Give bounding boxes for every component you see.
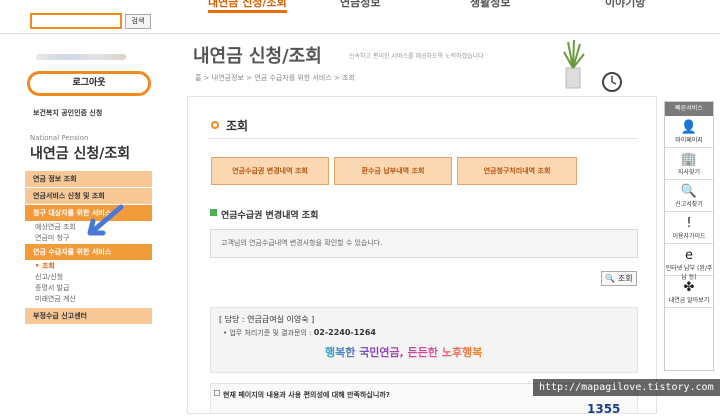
gnb-item-life[interactable]: 생활정보 [470,0,510,10]
quick-service-menu: 빠른서비스 👤 마이페이지 🏢 지사찾기 🔍 신고서찾기 ! 이용자가이드 e 인터넷 납… [664,101,714,371]
quick-header: 빠른서비스 [665,102,713,116]
contact-box: [ 담당 : 연금급여실 이영숙 ] • 업무 처리기준 및 결과문의 : 02… [210,307,638,373]
page-description: 신속하고 편리한 서비스를 제공하도록 노력하겠습니다 [349,53,484,60]
page-title: 내연금 신청/조회 [193,46,322,67]
clover-icon: ✤ [683,280,695,295]
top-bar: 검색 내연금 신청/조회 연금정보 생활정보 이야기방 [0,0,720,34]
logout-button[interactable]: 로그아웃 [27,71,151,96]
gnb-item-info[interactable]: 연금정보 [340,0,380,10]
annotation-arrow-icon [87,204,124,236]
quick-item-guide[interactable]: ! 이용자가이드 [665,212,713,244]
quick-item-branch[interactable]: 🏢 지사찾기 [665,148,713,180]
slogan: 행복한 국민연금, 든든한 노후행복 [325,346,483,359]
building-icon: 🏢 [680,152,698,167]
menu-sub-future-pension[interactable]: 미래연금 계산 [25,294,152,305]
contact-line: • 업무 처리기준 및 결과문의 : 02-2240-1264 [223,328,376,337]
view-button[interactable]: 🔍 조회 [601,271,637,286]
exclamation-icon: ! [686,216,692,231]
contact-person: [ 담당 : 연금급여실 이영숙 ] [219,315,315,324]
section-title: 조회 [226,119,249,133]
menu-sub-report[interactable]: 신고/신청 [25,272,152,283]
cert-apply-link[interactable]: 보건복지 공인인증 신청 [33,108,102,118]
quick-item-payment[interactable]: e 인터넷 납부 (완/주납 등) [665,244,713,281]
menu-sub-inquiry[interactable]: • 조회 [25,261,152,272]
subtitle-bullet-icon [210,209,217,216]
quick-item-forms[interactable]: 🔍 신고서찾기 [665,180,713,212]
watermark: http://mapagilove.tistory.com [533,379,720,396]
survey-question: 현재 페이지의 내용과 사용 편의성에 대해 만족하십니까? [223,391,390,399]
menu-recipient-service[interactable]: 연금 수급자를 위한 서비스 [25,244,152,261]
user-name-blurred [36,54,126,60]
sub-title: 연금수급권 변경내역 조회 [221,211,319,221]
menu-fraud-report[interactable]: 부정수급 신고센터 [25,308,152,325]
tab-refund-payment[interactable]: 환수금 납부내역 조회 [334,157,452,185]
tab-entitlement-change[interactable]: 연금수급권 변경내역 조회 [211,157,329,185]
info-box: 고객님의 연금수급내역 변경사항을 확인할 수 있습니다. [210,229,638,258]
gnb-item-story[interactable]: 이야기방 [605,0,645,10]
e-icon: e [685,248,693,263]
global-nav: 내연금 신청/조회 연금정보 생활정보 이야기방 [200,0,680,13]
quick-item-mypage[interactable]: 👤 마이페이지 [665,116,713,148]
section-bullet-icon [211,121,219,129]
tab-claim-processing[interactable]: 연금청구처리내역 조회 [457,157,577,185]
np-label: National Pension [30,134,89,142]
divider [208,138,638,139]
survey-checkbox[interactable] [214,390,220,396]
contact-phone: 02-2240-1264 [313,328,376,337]
side-menu: 연금 정보 조회 연금서비스 신청 및 조회 청구 대상자를 위한 서비스 예상… [25,171,152,325]
quick-item-mypension[interactable]: ✤ 내연금 알아보기 [665,276,713,308]
magnifier-doc-icon: 🔍 [680,184,698,199]
person-icon: 👤 [680,120,698,135]
lnb-title: 내연금 신청/조회 [30,146,131,162]
menu-sub-certificate[interactable]: 증명서 발급 [25,283,152,294]
menu-pension-info[interactable]: 연금 정보 조회 [25,171,152,188]
search-input[interactable] [30,13,122,29]
plant-clock-illustration-icon [563,39,622,92]
breadcrumb: 홈 > 내연금정보 > 연금 수급자를 위한 서비스 > 조회 [195,74,355,82]
gnb-item-pension-apply[interactable]: 내연금 신청/조회 [208,0,287,13]
search-button[interactable]: 검색 [125,14,151,29]
